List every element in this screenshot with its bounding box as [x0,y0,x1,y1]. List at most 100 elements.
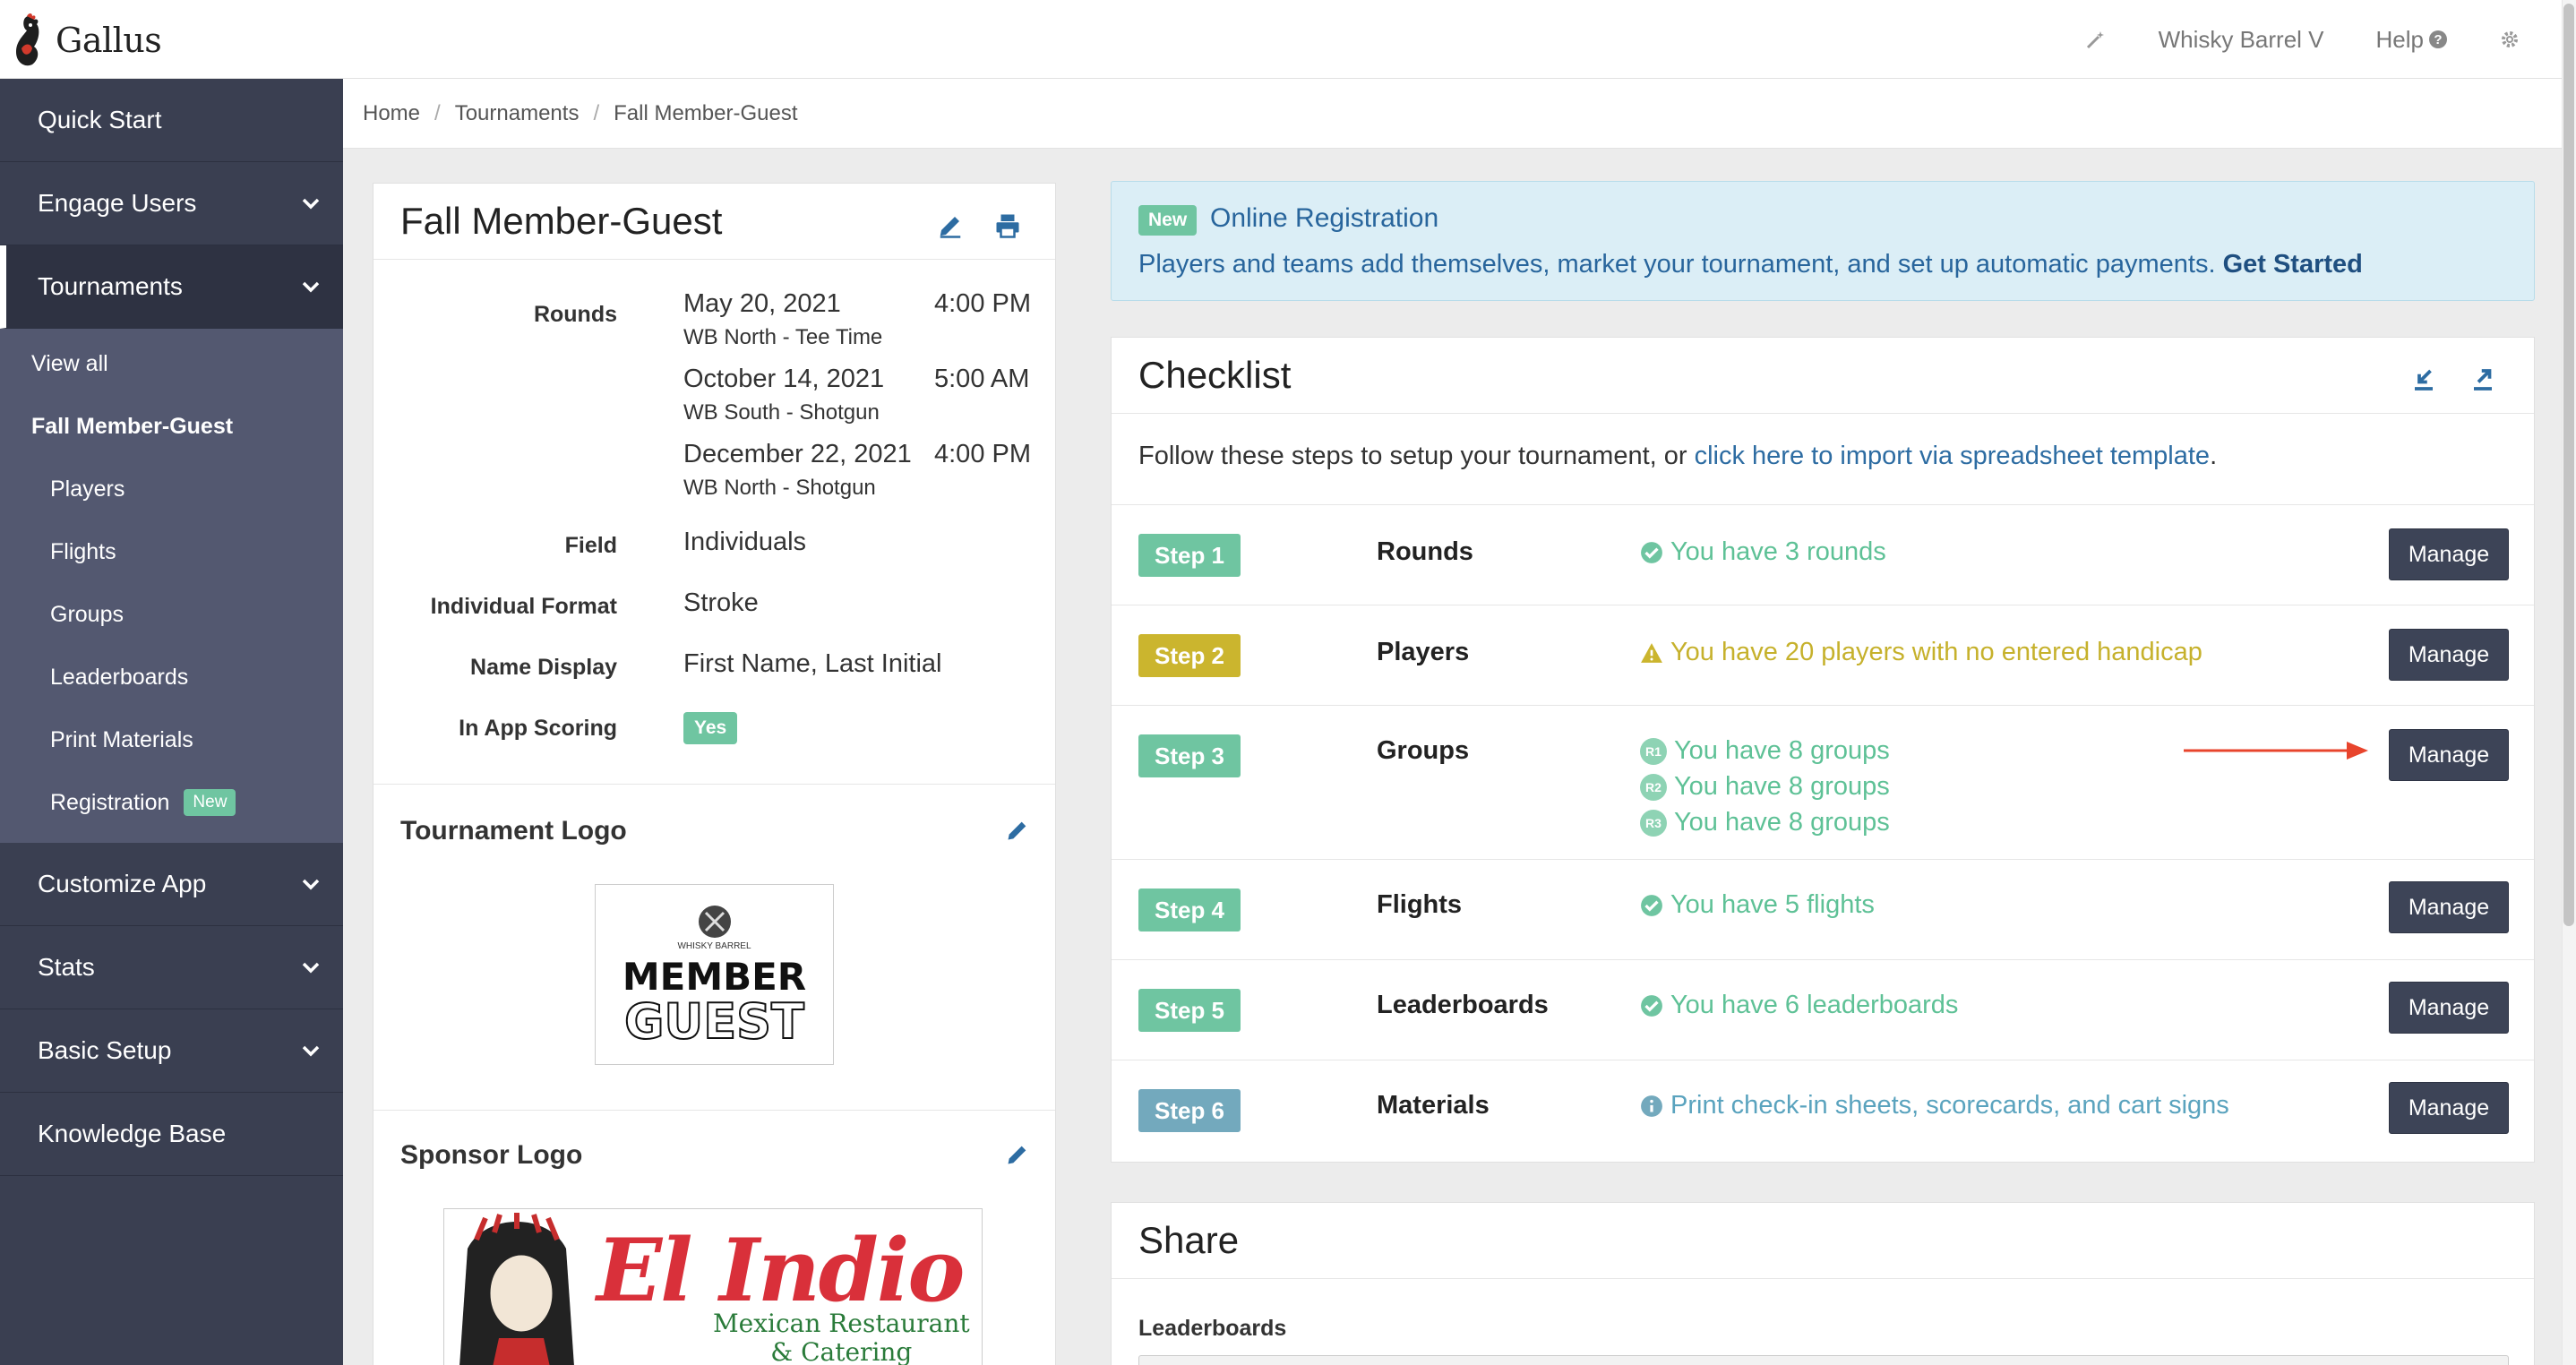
manage-rounds-button[interactable]: Manage [2389,528,2509,580]
breadcrumb-home[interactable]: Home [363,101,420,126]
nav-quick-start[interactable]: Quick Start [0,79,343,162]
manage-players-button[interactable]: Manage [2389,629,2509,681]
round-course: WB North - Shotgun [683,476,876,500]
step-name: Flights [1377,890,1463,919]
subnav-view-all[interactable]: View all [0,332,343,395]
registration-title: Online Registration [1210,203,1439,233]
pencil-icon[interactable] [1005,1142,1030,1167]
round-tag: R2 [1640,773,1667,801]
step-badge: Step 5 [1138,989,1241,1032]
pencil-icon[interactable] [937,212,964,239]
top-bar: Gallus Whisky Barrel V Help? [0,0,2576,79]
new-badge: New [1138,205,1198,236]
gallus-logo[interactable]: Gallus [13,13,162,68]
print-icon[interactable] [994,212,1021,239]
round-time: 5:00 AM [934,365,1030,393]
subnav-label: Registration [50,789,170,815]
import-spreadsheet-link[interactable]: click here to import via spreadsheet tem… [1695,442,2210,470]
registration-description: Players and teams add themselves, market… [1138,250,2216,279]
format-label: Individual Format [430,594,617,619]
step-status: You have 6 leaderboards [1640,991,1958,1020]
logo-small-text: WHISKY BARREL [677,940,751,951]
nav-label: Customize App [38,870,207,897]
subnav-current-tournament[interactable]: Fall Member-Guest [0,395,343,458]
logo-line-2: GUEST [623,992,805,1050]
checklist-step-rounds: Step 1 Rounds You have 3 rounds Manage [1112,504,2534,605]
account-menu[interactable]: Whisky Barrel V [2159,26,2324,54]
share-leaderboards-link-field[interactable] [1138,1355,2509,1365]
round-date: May 20, 2021 [683,289,841,318]
step-status: R2 You have 8 groups [1640,772,1890,802]
help-label: Help [2375,25,2424,53]
divider [1112,413,2534,414]
nav-label: Stats [38,953,95,981]
subnav-registration[interactable]: Registration New [0,771,343,834]
breadcrumb-tournaments[interactable]: Tournaments [455,101,580,126]
subnav-print-materials[interactable]: Print Materials [0,708,343,771]
step-status: Print check-in sheets, scorecards, and c… [1640,1091,2229,1120]
magic-wand-icon[interactable] [2085,29,2107,50]
step-status: R3 You have 8 groups [1640,808,1890,837]
get-started-link[interactable]: Get Started [2223,250,2363,279]
subnav-flights[interactable]: Flights [0,520,343,583]
share-leaderboards-label: Leaderboards [1138,1316,1287,1341]
upload-template-icon[interactable] [2469,366,2496,393]
nav-basic-setup[interactable]: Basic Setup [0,1009,343,1093]
page-scrollbar[interactable] [2562,0,2576,1365]
status-text: You have 5 flights [1670,890,1875,919]
status-text: You have 6 leaderboards [1670,991,1959,1019]
round-course: WB North - Tee Time [683,325,883,349]
checklist-step-players: Step 2 Players You have 20 players with … [1112,605,2534,705]
chevron-down-icon [302,962,320,974]
gear-icon[interactable] [2499,29,2520,50]
step-status: You have 5 flights [1640,890,1875,920]
nav-label: Tournaments [38,272,183,300]
sidebar: Quick Start Engage Users Tournaments Vie… [0,79,343,1365]
tournament-title: Fall Member-Guest [400,200,723,242]
question-icon: ? [2429,30,2447,48]
chevron-down-icon [302,281,320,293]
divider [374,259,1055,260]
rounds-label: Rounds [533,302,617,327]
step-name: Leaderboards [1377,991,1549,1019]
nav-tournaments[interactable]: Tournaments [0,245,343,329]
breadcrumb-current: Fall Member-Guest [614,100,798,125]
nav-engage-users[interactable]: Engage Users [0,162,343,245]
pencil-icon[interactable] [1005,818,1030,843]
check-circle-icon [1641,994,1662,1017]
format-value: Stroke [683,588,759,617]
nav-knowledge-base[interactable]: Knowledge Base [0,1093,343,1176]
status-text: You have 3 rounds [1670,537,1886,566]
subnav-players[interactable]: Players [0,458,343,520]
breadcrumb-separator: / [434,100,441,125]
manage-leaderboards-button[interactable]: Manage [2389,982,2509,1034]
tournament-logo-image: WHISKY BARREL MEMBER GUEST [595,884,834,1065]
nav-label: Basic Setup [38,1036,172,1064]
in-app-scoring-label: In App Scoring [459,716,617,741]
in-app-scoring-badge: Yes [683,712,738,744]
nav-stats[interactable]: Stats [0,926,343,1009]
manage-flights-button[interactable]: Manage [2389,881,2509,933]
field-label: Field [564,533,617,558]
check-circle-icon [1641,894,1662,916]
round-time: 4:00 PM [934,440,1031,468]
divider [1112,1278,2534,1279]
scrollbar-thumb[interactable] [2563,4,2574,926]
step-name: Materials [1377,1091,1490,1120]
subnav-groups[interactable]: Groups [0,583,343,646]
divider [374,784,1055,785]
checklist-step-flights: Step 4 Flights You have 5 flights Manage [1112,859,2534,959]
step-name: Rounds [1377,537,1473,566]
intro-end: . [2210,442,2218,470]
download-template-icon[interactable] [2410,366,2437,393]
manage-groups-button[interactable]: Manage [2389,729,2509,781]
sponsor-logo-image: El Indio Mexican Restaurant & Catering [443,1208,983,1365]
help-menu[interactable]: Help? [2376,26,2447,54]
subnav-leaderboards[interactable]: Leaderboards [0,646,343,708]
nav-customize-app[interactable]: Customize App [0,843,343,926]
app-name: Gallus [56,21,162,60]
chevron-down-icon [302,1045,320,1057]
manage-materials-button[interactable]: Manage [2389,1082,2509,1134]
sponsor-subtitle-line: Mexican Restaurant [713,1309,970,1338]
tournament-logo-title: Tournament Logo [400,816,627,846]
